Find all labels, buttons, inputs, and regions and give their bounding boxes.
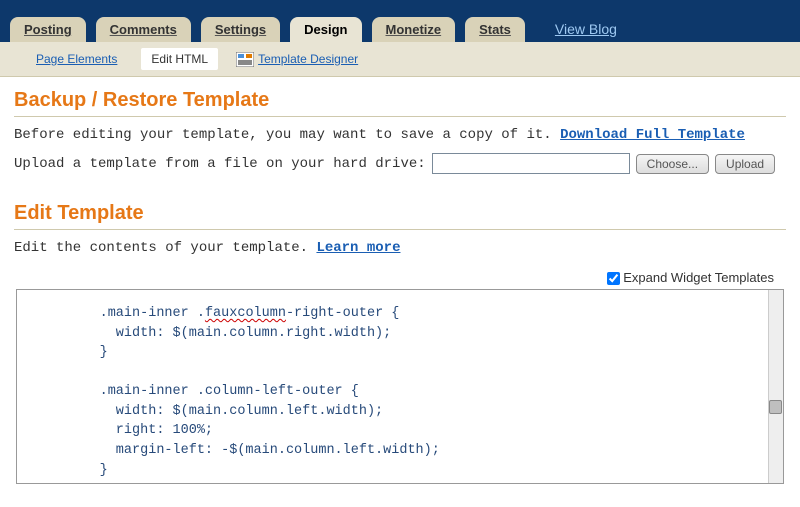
tab-stats[interactable]: Stats [465, 17, 525, 42]
tab-monetize[interactable]: Monetize [372, 17, 456, 42]
edit-intro-text: Edit the contents of your template. [14, 240, 316, 256]
expand-templates-text: Expand Widget Templates [620, 270, 774, 285]
template-code-content[interactable]: .main-inner .fauxcolumn-right-outer { wi… [17, 290, 783, 484]
subtab-page-elements[interactable]: Page Elements [30, 48, 123, 70]
learn-more-link[interactable]: Learn more [316, 240, 400, 256]
main-tab-bar: Posting Comments Settings Design Monetiz… [0, 16, 800, 42]
subtab-template-designer[interactable]: Template Designer [258, 52, 358, 66]
sub-tab-bar: Page Elements Edit HTML Template Designe… [0, 42, 800, 77]
upload-button[interactable]: Upload [715, 154, 775, 174]
choose-button[interactable]: Choose... [636, 154, 709, 174]
backup-intro-text: Before editing your template, you may wa… [14, 127, 560, 143]
scrollbar[interactable] [768, 290, 783, 483]
tab-posting[interactable]: Posting [10, 17, 86, 42]
tab-comments[interactable]: Comments [96, 17, 191, 42]
view-blog-link[interactable]: View Blog [555, 21, 617, 42]
upload-label: Upload a template from a file on your ha… [14, 156, 426, 172]
edit-heading: Edit Template [14, 202, 786, 230]
scrollbar-thumb[interactable] [769, 400, 782, 414]
subtab-edit-html[interactable]: Edit HTML [141, 48, 218, 70]
expand-templates-checkbox[interactable] [607, 272, 620, 285]
download-template-link[interactable]: Download Full Template [560, 127, 745, 143]
backup-heading: Backup / Restore Template [14, 89, 786, 117]
template-code-editor[interactable]: .main-inner .fauxcolumn-right-outer { wi… [16, 289, 784, 484]
tab-settings[interactable]: Settings [201, 17, 280, 42]
template-designer-icon [236, 52, 254, 67]
upload-path-input[interactable] [432, 153, 630, 174]
tab-design[interactable]: Design [290, 17, 361, 42]
template-designer-item[interactable]: Template Designer [236, 51, 358, 67]
expand-templates-label[interactable]: Expand Widget Templates [607, 270, 774, 285]
